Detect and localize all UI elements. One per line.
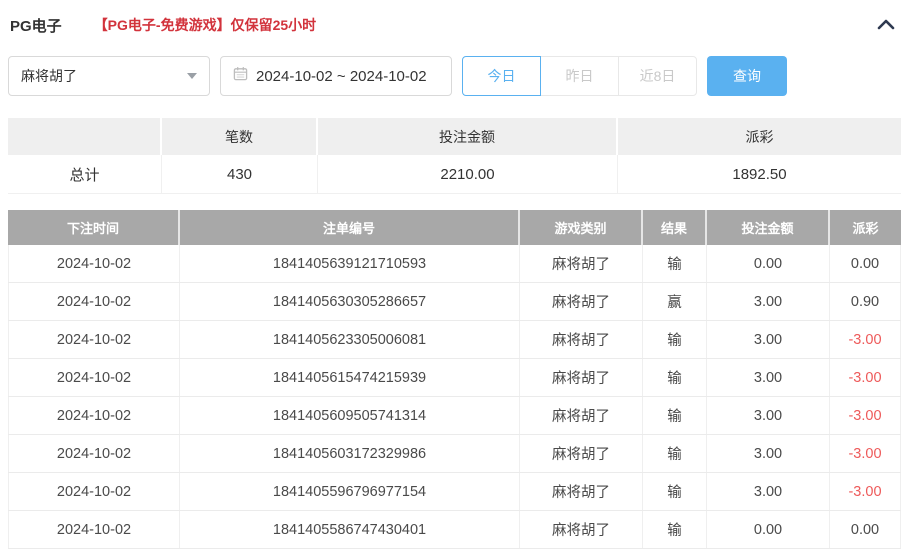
table-row: 2024-10-02 1841405596796977154 麻将胡了 输 3.…	[8, 473, 901, 511]
cell-bet-amount: 3.00	[707, 473, 830, 510]
filter-bar: 麻将胡了 2024-10-02 ~ 2024-10-02 今日 昨日 近8日 查…	[8, 56, 901, 96]
cell-game-type: 麻将胡了	[520, 511, 643, 548]
cell-order-id: 1841405615474215939	[180, 359, 520, 396]
header-order-id: 注单编号	[180, 210, 520, 245]
cell-game-type: 麻将胡了	[520, 321, 643, 358]
cell-result: 输	[643, 511, 707, 548]
cell-bet-amount: 3.00	[707, 321, 830, 358]
table-row: 2024-10-02 1841405615474215939 麻将胡了 输 3.…	[8, 359, 901, 397]
cell-payout: 0.00	[830, 245, 901, 282]
summary-table: 笔数 投注金额 派彩 总计 430 2210.00 1892.50	[8, 118, 901, 194]
header-result: 结果	[643, 210, 707, 245]
cell-bet-amount: 3.00	[707, 397, 830, 434]
cell-result: 输	[643, 359, 707, 396]
cell-bet-time: 2024-10-02	[8, 397, 180, 434]
cell-bet-time: 2024-10-02	[8, 435, 180, 472]
cell-bet-time: 2024-10-02	[8, 473, 180, 510]
cell-payout: 0.00	[830, 511, 901, 548]
summary-header-empty	[8, 118, 162, 155]
header-game-type: 游戏类别	[520, 210, 643, 245]
cell-game-type: 麻将胡了	[520, 435, 643, 472]
date-range-value: 2024-10-02 ~ 2024-10-02	[256, 68, 427, 85]
summary-header-payout: 派彩	[618, 118, 901, 155]
cell-order-id: 1841405639121710593	[180, 245, 520, 282]
date-range-input[interactable]: 2024-10-02 ~ 2024-10-02	[220, 56, 452, 96]
game-select-value: 麻将胡了	[21, 66, 77, 86]
table-row: 2024-10-02 1841405609505741314 麻将胡了 输 3.…	[8, 397, 901, 435]
cell-bet-amount: 0.00	[707, 511, 830, 548]
table-row: 2024-10-02 1841405586747430401 麻将胡了 输 0.…	[8, 511, 901, 549]
cell-payout: 0.90	[830, 283, 901, 320]
header-bet-time: 下注时间	[8, 210, 180, 245]
summary-table-header: 笔数 投注金额 派彩	[8, 118, 901, 155]
cell-bet-amount: 3.00	[707, 359, 830, 396]
chevron-up-icon	[877, 18, 895, 33]
cell-bet-time: 2024-10-02	[8, 321, 180, 358]
cell-bet-time: 2024-10-02	[8, 359, 180, 396]
cell-order-id: 1841405596796977154	[180, 473, 520, 510]
header-bet-amount: 投注金额	[707, 210, 830, 245]
table-row: 2024-10-02 1841405630305286657 麻将胡了 赢 3.…	[8, 283, 901, 321]
cell-game-type: 麻将胡了	[520, 473, 643, 510]
cell-game-type: 麻将胡了	[520, 245, 643, 282]
summary-total-payout: 1892.50	[618, 155, 901, 193]
calendar-icon	[233, 66, 248, 86]
panel-notice: 【PG电子-免费游戏】仅保留25小时	[94, 15, 316, 35]
cell-payout: -3.00	[830, 473, 901, 510]
table-row: 2024-10-02 1841405623305006081 麻将胡了 输 3.…	[8, 321, 901, 359]
summary-total-label: 总计	[8, 155, 162, 193]
summary-header-count: 笔数	[162, 118, 318, 155]
cell-bet-time: 2024-10-02	[8, 511, 180, 548]
collapse-panel-button[interactable]	[875, 14, 897, 36]
bet-records-table: 下注时间 注单编号 游戏类别 结果 投注金额 派彩 2024-10-02 184…	[8, 210, 901, 549]
cell-result: 输	[643, 473, 707, 510]
table-row: 2024-10-02 1841405639121710593 麻将胡了 输 0.…	[8, 245, 901, 283]
cell-bet-amount: 3.00	[707, 283, 830, 320]
cell-game-type: 麻将胡了	[520, 359, 643, 396]
quick-date-button-group: 今日 昨日 近8日	[462, 56, 697, 96]
cell-game-type: 麻将胡了	[520, 283, 643, 320]
cell-payout: -3.00	[830, 397, 901, 434]
search-button[interactable]: 查询	[707, 56, 787, 96]
cell-order-id: 1841405630305286657	[180, 283, 520, 320]
quick-btn-last8days[interactable]: 近8日	[618, 56, 697, 96]
header-payout: 派彩	[830, 210, 901, 245]
summary-header-bet-amount: 投注金额	[318, 118, 618, 155]
cell-bet-amount: 3.00	[707, 435, 830, 472]
panel-title: PG电子	[10, 15, 62, 36]
quick-btn-today[interactable]: 今日	[462, 56, 541, 96]
cell-bet-time: 2024-10-02	[8, 283, 180, 320]
cell-result: 输	[643, 397, 707, 434]
cell-order-id: 1841405609505741314	[180, 397, 520, 434]
cell-result: 输	[643, 245, 707, 282]
quick-btn-yesterday[interactable]: 昨日	[540, 56, 619, 96]
cell-game-type: 麻将胡了	[520, 397, 643, 434]
cell-payout: -3.00	[830, 321, 901, 358]
bet-table-body: 2024-10-02 1841405639121710593 麻将胡了 输 0.…	[8, 245, 901, 549]
summary-total-count: 430	[162, 155, 318, 193]
caret-down-icon	[187, 73, 197, 79]
panel-header: PG电子 【PG电子-免费游戏】仅保留25小时	[0, 0, 909, 50]
cell-result: 输	[643, 321, 707, 358]
cell-order-id: 1841405623305006081	[180, 321, 520, 358]
cell-order-id: 1841405586747430401	[180, 511, 520, 548]
cell-order-id: 1841405603172329986	[180, 435, 520, 472]
table-row: 2024-10-02 1841405603172329986 麻将胡了 输 3.…	[8, 435, 901, 473]
cell-result: 输	[643, 435, 707, 472]
game-select[interactable]: 麻将胡了	[8, 56, 210, 96]
cell-bet-time: 2024-10-02	[8, 245, 180, 282]
cell-result: 赢	[643, 283, 707, 320]
summary-total-row: 总计 430 2210.00 1892.50	[8, 155, 901, 194]
bet-table-header: 下注时间 注单编号 游戏类别 结果 投注金额 派彩	[8, 210, 901, 245]
cell-payout: -3.00	[830, 359, 901, 396]
summary-total-bet-amount: 2210.00	[318, 155, 618, 193]
cell-payout: -3.00	[830, 435, 901, 472]
cell-bet-amount: 0.00	[707, 245, 830, 282]
